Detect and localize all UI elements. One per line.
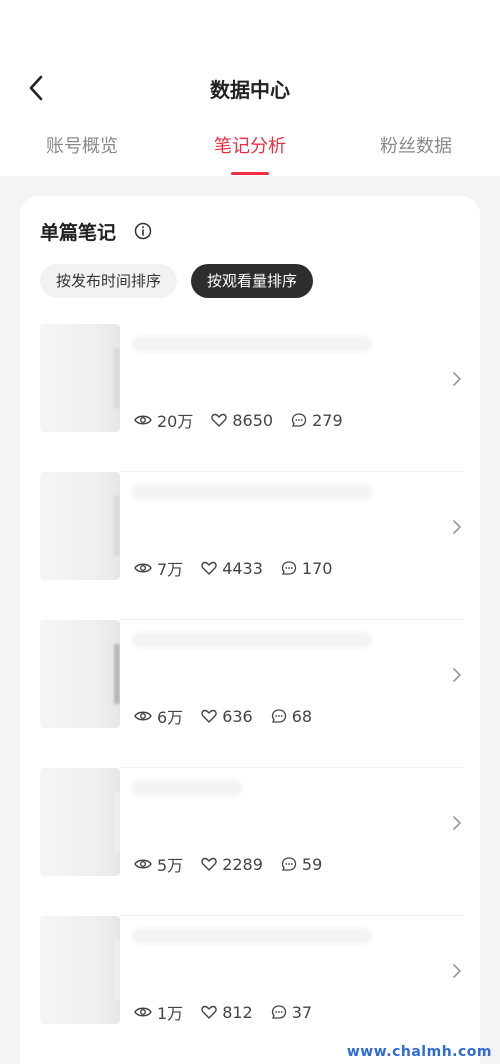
single-note-card: 单篇笔记 按发布时间排序 按观看量排序 20万 8650 279 7万 4433… [20, 196, 480, 1064]
active-tab-indicator [231, 172, 269, 175]
sort-by-publish-time-button[interactable]: 按发布时间排序 [40, 264, 178, 298]
note-thumbnail [40, 768, 120, 876]
views-stat: 6万 [134, 704, 183, 728]
eye-icon [134, 1007, 152, 1017]
comment-icon [271, 709, 286, 723]
comments-count: 68 [291, 706, 313, 726]
comment-icon [281, 561, 297, 575]
tab-account-overview[interactable]: 账号概览 [22, 132, 142, 158]
note-item[interactable]: 7万 4433 170 [20, 472, 480, 620]
heart-icon [211, 413, 228, 427]
heart-icon [201, 709, 217, 723]
likes-count: 4433 [222, 558, 263, 578]
section-title: 单篇笔记 [40, 222, 117, 244]
comments-count: 37 [291, 1002, 313, 1022]
likes-count: 8650 [232, 410, 274, 430]
views-count: 7万 [157, 560, 184, 579]
views-stat: 1万 [134, 1000, 183, 1024]
heart-icon [201, 561, 217, 575]
views-stat: 20万 [134, 408, 193, 432]
views-stat: 5万 [134, 852, 183, 876]
page-title: 数据中心 [210, 78, 290, 102]
eye-icon [134, 415, 152, 425]
views-count: 6万 [157, 708, 184, 727]
note-item[interactable]: 1万 812 37 [20, 916, 480, 1064]
likes-stat: 636 [201, 707, 253, 726]
note-thumbnail [40, 324, 120, 432]
likes-stat: 4433 [201, 559, 263, 578]
comments-count: 170 [301, 558, 333, 578]
sort-by-views-button[interactable]: 按观看量排序 [191, 264, 314, 298]
note-stats: 1万 812 37 [134, 1000, 330, 1024]
note-title-blurred [132, 632, 372, 648]
comments-count: 59 [301, 854, 323, 874]
note-item[interactable]: 5万 2289 59 [20, 768, 480, 916]
views-count: 5万 [157, 856, 184, 875]
comment-icon [281, 857, 297, 871]
views-count: 1万 [157, 1004, 184, 1023]
info-icon[interactable] [134, 222, 152, 240]
note-stats: 20万 8650 279 [134, 408, 361, 432]
comments-stat: 37 [271, 1003, 312, 1022]
chevron-right-icon [453, 668, 461, 682]
comments-stat: 68 [271, 707, 312, 726]
note-stats: 6万 636 68 [134, 704, 330, 728]
watermark-text: www.chalmh.com [346, 1044, 492, 1060]
comments-stat: 59 [281, 855, 322, 874]
comments-count: 279 [312, 410, 343, 430]
comment-icon [291, 413, 307, 427]
tab-note-analysis[interactable]: 笔记分析 [190, 132, 310, 175]
chevron-right-icon [453, 816, 461, 830]
comments-stat: 279 [291, 411, 343, 430]
sort-options: 按发布时间排序 按观看量排序 [40, 264, 314, 298]
chevron-right-icon [453, 372, 461, 386]
note-thumbnail [40, 620, 120, 728]
note-title-blurred [132, 336, 372, 352]
likes-count: 812 [222, 1002, 253, 1022]
note-item[interactable]: 6万 636 68 [20, 620, 480, 768]
comments-stat: 170 [281, 558, 333, 578]
tab-note-analysis-label: 笔记分析 [214, 136, 286, 157]
note-title-blurred [132, 780, 242, 796]
views-stat: 7万 [134, 556, 183, 580]
eye-icon [134, 711, 152, 721]
eye-icon [134, 563, 152, 573]
note-title-blurred [132, 928, 372, 944]
data-center-page: 数据中心 账号概览 笔记分析 粉丝数据 单篇笔记 按发布时间排序 按观看量排序 [0, 0, 500, 1064]
top-bar: 数据中心 账号概览 笔记分析 粉丝数据 [0, 0, 500, 176]
chevron-right-icon [453, 964, 461, 978]
eye-icon [134, 859, 152, 869]
note-title-blurred [132, 484, 372, 500]
tab-bar: 账号概览 笔记分析 粉丝数据 [0, 132, 500, 176]
note-item[interactable]: 20万 8650 279 [20, 324, 480, 472]
likes-count: 2289 [222, 854, 263, 874]
comment-icon [271, 1005, 286, 1019]
views-count: 20万 [157, 412, 194, 431]
note-stats: 5万 2289 59 [134, 852, 340, 876]
note-thumbnail [40, 472, 120, 580]
tab-fan-data[interactable]: 粉丝数据 [356, 132, 476, 158]
heart-icon [201, 857, 217, 871]
note-thumbnail [40, 916, 120, 1024]
likes-count: 636 [222, 706, 253, 726]
likes-stat: 2289 [201, 855, 263, 874]
likes-stat: 8650 [211, 411, 273, 430]
note-stats: 7万 4433 170 [134, 556, 350, 580]
heart-icon [201, 1005, 217, 1019]
chevron-right-icon [453, 520, 461, 534]
likes-stat: 812 [201, 1003, 253, 1022]
